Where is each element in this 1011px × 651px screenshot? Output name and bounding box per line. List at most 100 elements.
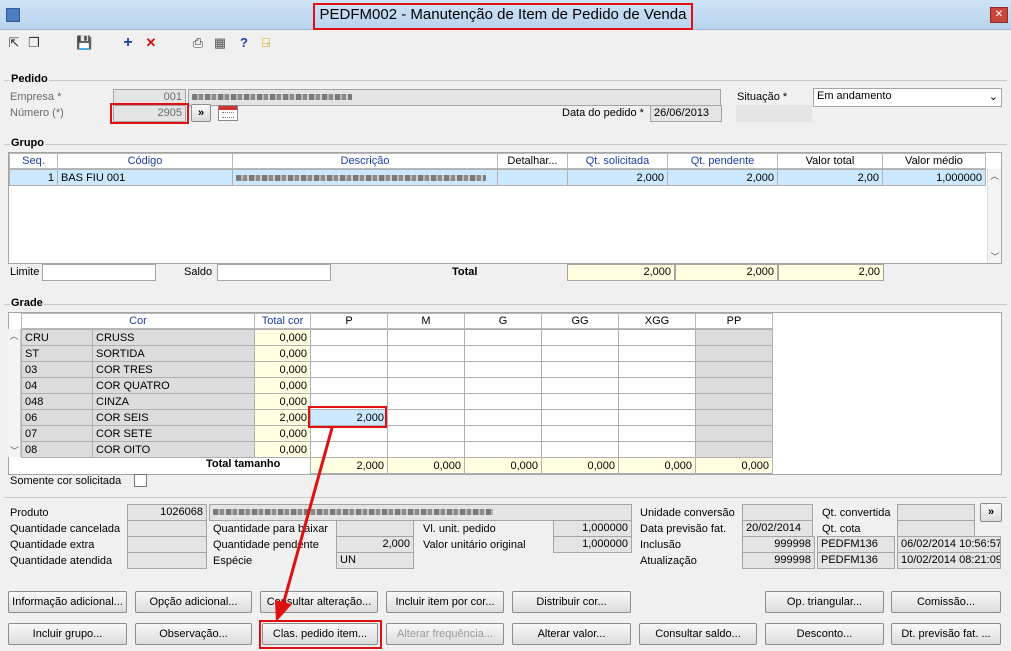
size-quantity-cell[interactable] [695, 441, 773, 458]
close-button[interactable]: ✕ [990, 7, 1008, 23]
saldo-field[interactable] [217, 264, 331, 281]
consultar-alteracao-button[interactable]: Consultar alteração... [260, 591, 378, 613]
grupo-detalhar[interactable] [497, 169, 568, 186]
size-quantity-cell[interactable] [387, 409, 465, 426]
col-valor-total[interactable]: Valor total [777, 153, 883, 169]
grid-icon[interactable]: ▦ [212, 35, 228, 51]
size-quantity-cell[interactable] [541, 329, 619, 346]
size-quantity-cell[interactable] [618, 345, 696, 362]
situacao-select[interactable]: Em andamento ⌄ [813, 88, 1002, 107]
col-descricao[interactable]: Descrição [232, 153, 498, 169]
observacao-button[interactable]: Observação... [135, 623, 252, 645]
copy-icon[interactable]: ❐ [26, 35, 42, 51]
size-quantity-cell[interactable] [541, 361, 619, 378]
dt-previsao-fat-button[interactable]: Dt. previsão fat. ... [891, 623, 1001, 645]
col-size-m[interactable]: M [387, 313, 465, 329]
size-quantity-cell[interactable] [387, 345, 465, 362]
size-quantity-cell[interactable] [387, 329, 465, 346]
scroll-down-icon[interactable]: ﹀ [988, 250, 1002, 263]
size-quantity-cell[interactable] [387, 393, 465, 410]
alterar-valor-button[interactable]: Alterar valor... [512, 623, 631, 645]
size-quantity-cell[interactable] [618, 441, 696, 458]
info-adicional-button[interactable]: Informação adicional... [8, 591, 127, 613]
size-quantity-cell[interactable] [695, 361, 773, 378]
grade-row[interactable]: 04 COR QUATRO 0,000 [21, 377, 773, 394]
col-seq[interactable]: Seq. [9, 153, 58, 169]
size-quantity-cell[interactable] [464, 409, 542, 426]
desconto-button[interactable]: Desconto... [765, 623, 884, 645]
grupo-scrollbar[interactable]: ︿ ﹀ [987, 169, 1001, 263]
size-quantity-cell[interactable] [464, 329, 542, 346]
clas-pedido-item-button[interactable]: Clas. pedido item... [262, 623, 378, 645]
size-quantity-cell[interactable] [464, 361, 542, 378]
size-quantity-cell[interactable] [618, 409, 696, 426]
print-icon[interactable]: ⎙ [190, 35, 206, 51]
size-quantity-cell[interactable] [618, 393, 696, 410]
size-quantity-cell[interactable] [387, 361, 465, 378]
size-quantity-cell[interactable] [310, 425, 388, 442]
size-quantity-cell[interactable] [310, 377, 388, 394]
numero-field[interactable]: 2905 [113, 105, 186, 122]
col-qt-solicitada[interactable]: Qt. solicitada [567, 153, 668, 169]
size-quantity-cell[interactable] [310, 345, 388, 362]
grade-scrollbar[interactable]: ︿ ﹀ [8, 329, 21, 457]
col-size-gg[interactable]: GG [541, 313, 619, 329]
size-quantity-cell[interactable] [618, 425, 696, 442]
scroll-up-icon[interactable]: ︿ [988, 169, 1001, 182]
op-triangular-button[interactable]: Op. triangular... [765, 591, 884, 613]
grade-row[interactable]: 08 COR OITO 0,000 [21, 441, 773, 458]
size-quantity-cell[interactable] [541, 345, 619, 362]
size-quantity-cell[interactable] [464, 377, 542, 394]
somente-checkbox[interactable] [134, 474, 147, 487]
size-quantity-cell[interactable] [541, 393, 619, 410]
more-info-button[interactable]: » [980, 503, 1002, 522]
grade-scroll-down-icon[interactable]: ﹀ [8, 444, 21, 457]
col-total-cor[interactable]: Total cor [254, 313, 311, 329]
data-pedido-field[interactable]: 26/06/2013 [650, 105, 722, 122]
grade-row[interactable]: 03 COR TRES 0,000 [21, 361, 773, 378]
empresa-field[interactable]: 001 [113, 89, 186, 106]
size-quantity-cell[interactable] [695, 377, 773, 394]
size-quantity-cell[interactable] [618, 377, 696, 394]
size-quantity-cell[interactable] [310, 329, 388, 346]
back-icon[interactable]: ⇱ [6, 35, 22, 51]
produto-field[interactable]: 1026068 [127, 504, 207, 521]
grade-scroll-up-icon[interactable]: ︿ [8, 329, 20, 342]
size-quantity-cell[interactable] [541, 409, 619, 426]
add-icon[interactable]: + [120, 35, 136, 51]
size-quantity-cell[interactable] [464, 393, 542, 410]
size-quantity-cell[interactable] [695, 329, 773, 346]
size-quantity-cell[interactable] [618, 361, 696, 378]
calendar-icon[interactable] [218, 105, 238, 121]
col-valor-medio[interactable]: Valor médio [882, 153, 986, 169]
size-quantity-cell[interactable] [695, 409, 773, 426]
grade-row[interactable]: ST SORTIDA 0,000 [21, 345, 773, 362]
size-quantity-cell[interactable] [541, 441, 619, 458]
alterar-frequencia-button[interactable]: Alterar frequência... [386, 623, 504, 645]
col-codigo[interactable]: Código [57, 153, 233, 169]
size-quantity-cell[interactable] [310, 393, 388, 410]
col-size-p[interactable]: P [310, 313, 388, 329]
grade-row[interactable]: 07 COR SETE 0,000 [21, 425, 773, 442]
size-quantity-cell[interactable] [618, 329, 696, 346]
comissao-button[interactable]: Comissão... [891, 591, 1001, 613]
incluir-grupo-button[interactable]: Incluir grupo... [8, 623, 127, 645]
col-size-g[interactable]: G [464, 313, 542, 329]
grade-row[interactable]: 06 COR SEIS 2,000 2,000 [21, 409, 773, 426]
save-icon[interactable]: 💾 [76, 35, 92, 51]
size-quantity-cell[interactable] [464, 441, 542, 458]
size-quantity-input[interactable]: 2,000 [310, 409, 388, 426]
size-quantity-cell[interactable] [541, 425, 619, 442]
size-quantity-cell[interactable] [541, 377, 619, 394]
size-quantity-cell[interactable] [695, 345, 773, 362]
grupo-row[interactable]: 1 BAS FIU 001 2,000 2,000 2,00 1,000000 [9, 169, 986, 186]
incluir-item-cor-button[interactable]: Incluir item por cor... [386, 591, 504, 613]
size-quantity-cell[interactable] [695, 425, 773, 442]
size-quantity-cell[interactable] [464, 425, 542, 442]
delete-icon[interactable]: ✕ [143, 35, 159, 51]
consultar-saldo-button[interactable]: Consultar saldo... [639, 623, 757, 645]
size-quantity-cell[interactable] [310, 441, 388, 458]
size-quantity-cell[interactable] [464, 345, 542, 362]
col-qt-pendente[interactable]: Qt. pendente [667, 153, 778, 169]
col-size-pp[interactable]: PP [695, 313, 773, 329]
